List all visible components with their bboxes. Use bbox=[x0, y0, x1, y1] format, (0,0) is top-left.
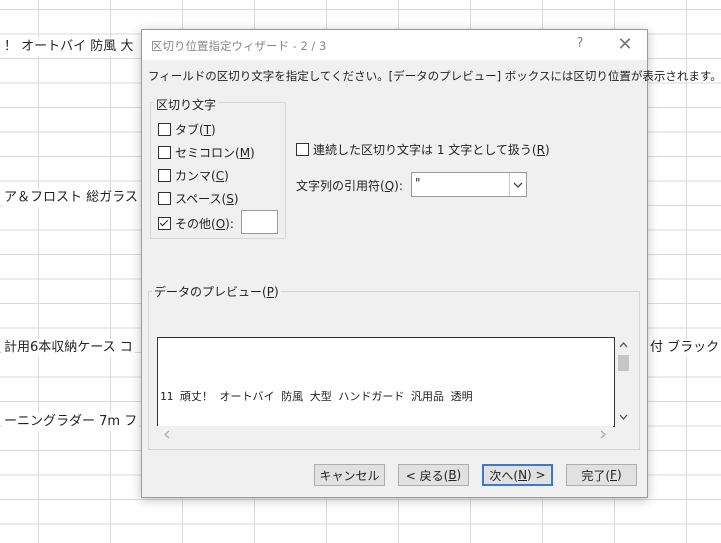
dialog-titlebar: 区切り位置指定ウィザード - 2 / 3 ? ✕ bbox=[142, 30, 647, 60]
data-preview-legend: データのプレビュー(P) bbox=[152, 283, 281, 300]
other-label: その他(O): bbox=[175, 216, 234, 231]
tab-label: タブ(T) bbox=[175, 122, 216, 137]
semicolon-checkbox-row[interactable]: セミコロン(M) bbox=[158, 144, 255, 160]
help-icon[interactable]: ? bbox=[572, 36, 588, 54]
cell-text: ーニングラダー 7m フ bbox=[2, 413, 140, 431]
other-checkbox[interactable] bbox=[158, 216, 171, 230]
back-button[interactable]: < 戻る(B) bbox=[398, 464, 469, 486]
cell-text: 付 ブラック bbox=[648, 339, 721, 357]
tab-checkbox-row[interactable]: タブ(T) bbox=[158, 121, 216, 137]
tab-checkbox[interactable] bbox=[158, 122, 171, 136]
semicolon-checkbox[interactable] bbox=[158, 145, 171, 159]
close-icon[interactable]: ✕ bbox=[614, 34, 636, 56]
comma-label: カンマ(C) bbox=[175, 168, 229, 183]
comma-checkbox[interactable] bbox=[158, 168, 171, 182]
delimiters-legend: 区切り文字 bbox=[154, 96, 219, 113]
consecutive-delimiters-label: 連続した区切り文字は 1 文字として扱う(R) bbox=[313, 142, 550, 157]
consecutive-delimiters-checkbox[interactable] bbox=[296, 142, 309, 156]
vertical-scroll-thumb[interactable] bbox=[618, 355, 629, 371]
text-qualifier-label: 文字列の引用符(Q): bbox=[296, 179, 403, 193]
data-preview-box[interactable]: 11 頑丈！ オートバイ 防風 大型 ハンドガード 汎用品 透明 bbox=[157, 337, 615, 427]
semicolon-label: セミコロン(M) bbox=[175, 145, 255, 160]
scroll-left-arrow-icon[interactable] bbox=[159, 426, 175, 442]
next-button[interactable]: 次へ(N) > bbox=[482, 464, 553, 486]
text-qualifier-select[interactable]: " bbox=[411, 172, 527, 197]
cancel-button[interactable]: キャンセル bbox=[314, 464, 385, 486]
other-delimiter-input[interactable] bbox=[241, 210, 278, 234]
consecutive-delimiters-row[interactable]: 連続した区切り文字は 1 文字として扱う(R) bbox=[296, 141, 550, 157]
text-qualifier-value: " bbox=[415, 176, 421, 190]
scroll-down-arrow-icon[interactable] bbox=[615, 409, 632, 425]
comma-checkbox-row[interactable]: カンマ(C) bbox=[158, 167, 229, 183]
cell-text: 計用6本収納ケース コ bbox=[2, 339, 135, 357]
space-label: スペース(S) bbox=[175, 191, 239, 206]
space-checkbox-row[interactable]: スペース(S) bbox=[158, 190, 239, 206]
horizontal-scrollbar[interactable] bbox=[157, 426, 613, 442]
chevron-down-icon[interactable] bbox=[509, 173, 526, 196]
text-import-wizard-dialog: 区切り位置指定ウィザード - 2 / 3 ? ✕ フィールドの区切り文字を指定し… bbox=[141, 29, 721, 498]
preview-line: 11 頑丈！ オートバイ 防風 大型 ハンドガード 汎用品 透明 bbox=[160, 390, 473, 403]
vertical-scrollbar[interactable] bbox=[615, 337, 632, 425]
space-checkbox[interactable] bbox=[158, 191, 171, 205]
cell-text: ！ オートバイ 防風 大 bbox=[2, 38, 136, 56]
other-checkbox-row[interactable]: その他(O): bbox=[158, 215, 234, 231]
instruction-text: フィールドの区切り文字を指定してください。[データのプレビュー] ボックスには区… bbox=[148, 69, 721, 83]
finish-button[interactable]: 完了(F) bbox=[566, 464, 637, 486]
dialog-title: 区切り位置指定ウィザード - 2 / 3 bbox=[151, 39, 327, 53]
scroll-up-arrow-icon[interactable] bbox=[615, 337, 632, 353]
cell-text: ア＆フロスト 総ガラス bbox=[2, 189, 140, 207]
scroll-right-arrow-icon[interactable] bbox=[595, 426, 611, 442]
